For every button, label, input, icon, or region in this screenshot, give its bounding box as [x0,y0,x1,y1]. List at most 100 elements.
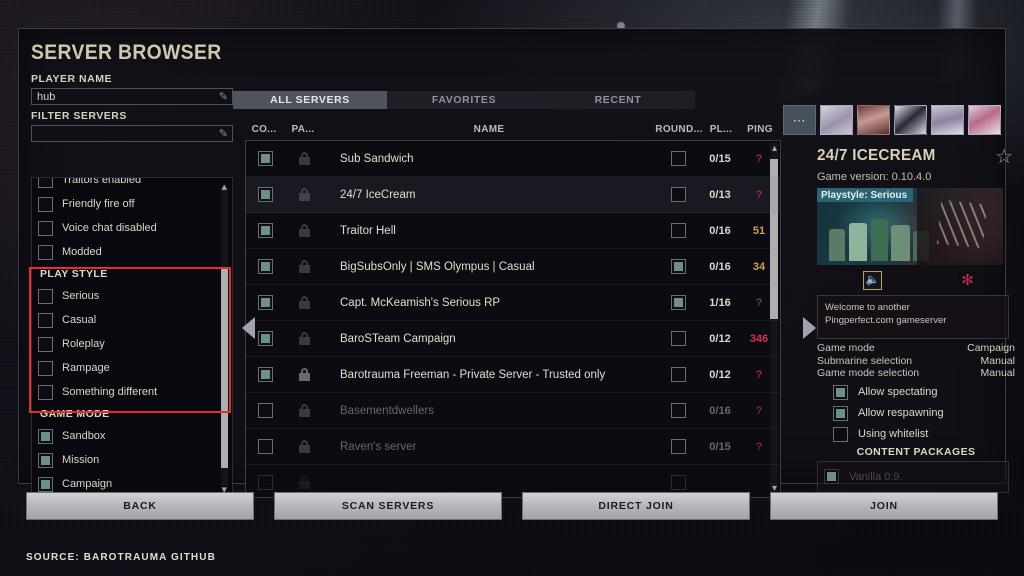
checkbox[interactable] [833,426,848,442]
checkbox[interactable] [38,360,53,376]
round-running-checkbox[interactable] [670,187,686,202]
server-browser-panel: SERVER BROWSER PLAYER NAME hub ✎ FILTER … [18,28,1015,501]
checkbox[interactable] [38,428,53,444]
round-running-checkbox[interactable] [670,403,686,418]
thumbnail[interactable] [857,105,890,135]
checkbox[interactable] [38,384,53,400]
compatible-checkbox[interactable] [257,439,273,454]
player-name-input[interactable]: hub ✎ [31,88,233,105]
server-table-header: CO... PA... NAME ROUND... PL... PING [245,119,781,139]
table-row[interactable]: BaroSTeam Campaign 0/12 346 [246,321,780,357]
table-row[interactable]: Basementdwellers 0/16 ? [246,393,780,429]
column-header-compatible[interactable]: CO... [245,124,283,135]
thumbnail[interactable] [820,105,853,135]
compatible-checkbox[interactable] [257,259,273,274]
filter-label: Roleplay [62,338,105,350]
column-header-players[interactable]: PL... [703,124,739,135]
checkbox[interactable] [38,196,53,212]
table-row[interactable]: BigSubsOnly | SMS Olympus | Casual 0/16 … [246,249,780,285]
filter-group-heading-play-style: PLAY STYLE [40,268,108,280]
filter-row-roleplay[interactable]: Roleplay [32,332,232,356]
filter-row-something-different[interactable]: Something different [32,380,232,404]
round-running-checkbox[interactable] [670,367,686,382]
filter-row-modded[interactable]: Modded [32,240,232,264]
checkbox[interactable] [38,452,53,468]
checkbox[interactable] [38,244,53,260]
compatible-checkbox[interactable] [257,367,273,382]
ping-value: 34 [752,260,766,273]
column-header-round[interactable]: ROUND... [655,124,703,135]
filter-options-list[interactable]: ▴ ▾ Traitors enabled Friendly fire off V… [31,177,233,501]
checkbox[interactable] [38,336,53,352]
table-row[interactable]: Raven's server 0/15 ? [246,429,780,465]
pencil-icon[interactable]: ✎ [219,128,228,141]
filter-row-sandbox[interactable]: Sandbox [32,424,232,448]
option-row-allow-spectating[interactable]: Allow spectating [817,382,1015,403]
thumbnail[interactable] [968,105,1001,135]
server-list[interactable]: ▴ ▾ Sub Sandwich 0/15 ? 24/7 IceCream 0/… [245,140,781,498]
compatible-checkbox[interactable] [257,295,273,310]
player-count: 0/15 [709,440,731,453]
round-running-checkbox[interactable] [670,475,686,490]
option-row-allow-respawning[interactable]: Allow respawning [817,403,1015,424]
ping-value: ? [755,188,763,201]
checkbox[interactable] [38,178,53,188]
compatible-checkbox[interactable] [257,403,273,418]
tab-favorites[interactable]: FAVORITES [387,91,541,109]
option-row-using-whitelist[interactable]: Using whitelist [817,424,1015,445]
scan-servers-button[interactable]: SCAN SERVERS [274,492,502,520]
compatible-checkbox[interactable] [257,331,273,346]
lock-icon [298,188,310,201]
filter-row-voice-chat-disabled[interactable]: Voice chat disabled [32,216,232,240]
checkbox[interactable] [824,469,839,484]
table-row[interactable]: Barotrauma Freeman - Private Server - Tr… [246,357,780,393]
ellipsis-icon[interactable]: ⋯ [783,105,816,135]
content-packages-list[interactable]: Vanilla 0.9. [817,460,1009,493]
compatible-checkbox[interactable] [257,223,273,238]
tab-all-servers[interactable]: ALL SERVERS [233,91,387,109]
checkbox[interactable] [833,405,848,421]
round-running-checkbox[interactable] [670,331,686,346]
chevron-right-icon[interactable] [803,317,816,339]
filter-row-friendly-fire-off[interactable]: Friendly fire off [32,192,232,216]
chevron-left-icon[interactable] [242,317,255,339]
thumbnail[interactable] [894,105,927,135]
tab-recent[interactable]: RECENT [541,91,695,109]
server-name: Capt. McKeamish's Serious RP [340,296,501,309]
filter-row-mission[interactable]: Mission [32,448,232,472]
column-header-password[interactable]: PA... [283,124,323,135]
compatible-checkbox[interactable] [257,187,273,202]
thumbnail[interactable] [931,105,964,135]
round-running-checkbox[interactable] [670,151,686,166]
filter-row-casual[interactable]: Casual [32,308,232,332]
table-row[interactable]: Traitor Hell 0/16 51 [246,213,780,249]
filter-row-rampage[interactable]: Rampage [32,356,232,380]
star-icon[interactable]: ☆ [995,147,1013,167]
source-caption: SOURCE: BAROTRAUMA GITHUB [26,552,216,563]
join-button[interactable]: JOIN [770,492,998,520]
filter-row-serious[interactable]: Serious [32,284,232,308]
round-running-checkbox[interactable] [670,259,686,274]
table-row[interactable]: Sub Sandwich 0/15 ? [246,141,780,177]
checkbox[interactable] [38,476,53,492]
pencil-icon[interactable]: ✎ [219,91,228,104]
table-row[interactable]: 24/7 IceCream 0/13 ? [246,177,780,213]
checkbox[interactable] [38,220,53,236]
column-header-name[interactable]: NAME [323,124,655,135]
round-running-checkbox[interactable] [670,223,686,238]
filter-row-traitors-enabled[interactable]: Traitors enabled [32,178,232,192]
compatible-checkbox[interactable] [257,151,273,166]
round-running-checkbox[interactable] [670,295,686,310]
server-thumbnail-strip: ⋯ [783,105,1009,135]
column-header-ping[interactable]: PING [739,124,781,135]
checkbox[interactable] [38,288,53,304]
back-button[interactable]: BACK [26,492,254,520]
checkbox[interactable] [38,312,53,328]
filter-servers-input[interactable]: ✎ [31,125,233,142]
table-row[interactable]: Capt. McKeamish's Serious RP 1/16 ? [246,285,780,321]
direct-join-button[interactable]: DIRECT JOIN [522,492,750,520]
checkbox[interactable] [833,384,848,400]
round-running-checkbox[interactable] [670,439,686,454]
filter-label: Friendly fire off [62,198,135,210]
compatible-checkbox[interactable] [257,475,273,490]
